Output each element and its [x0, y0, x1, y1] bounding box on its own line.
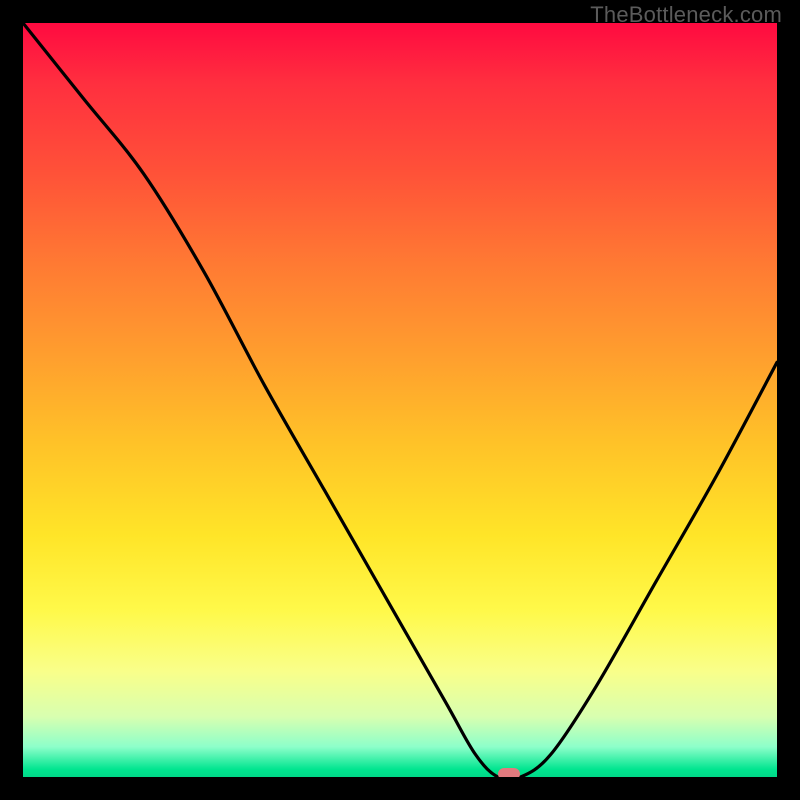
bottleneck-curve: [23, 23, 777, 777]
curve-path: [23, 23, 777, 777]
watermark-text: TheBottleneck.com: [590, 2, 782, 28]
optimal-marker: [498, 768, 520, 777]
chart-frame: TheBottleneck.com: [0, 0, 800, 800]
plot-area: [23, 23, 777, 777]
